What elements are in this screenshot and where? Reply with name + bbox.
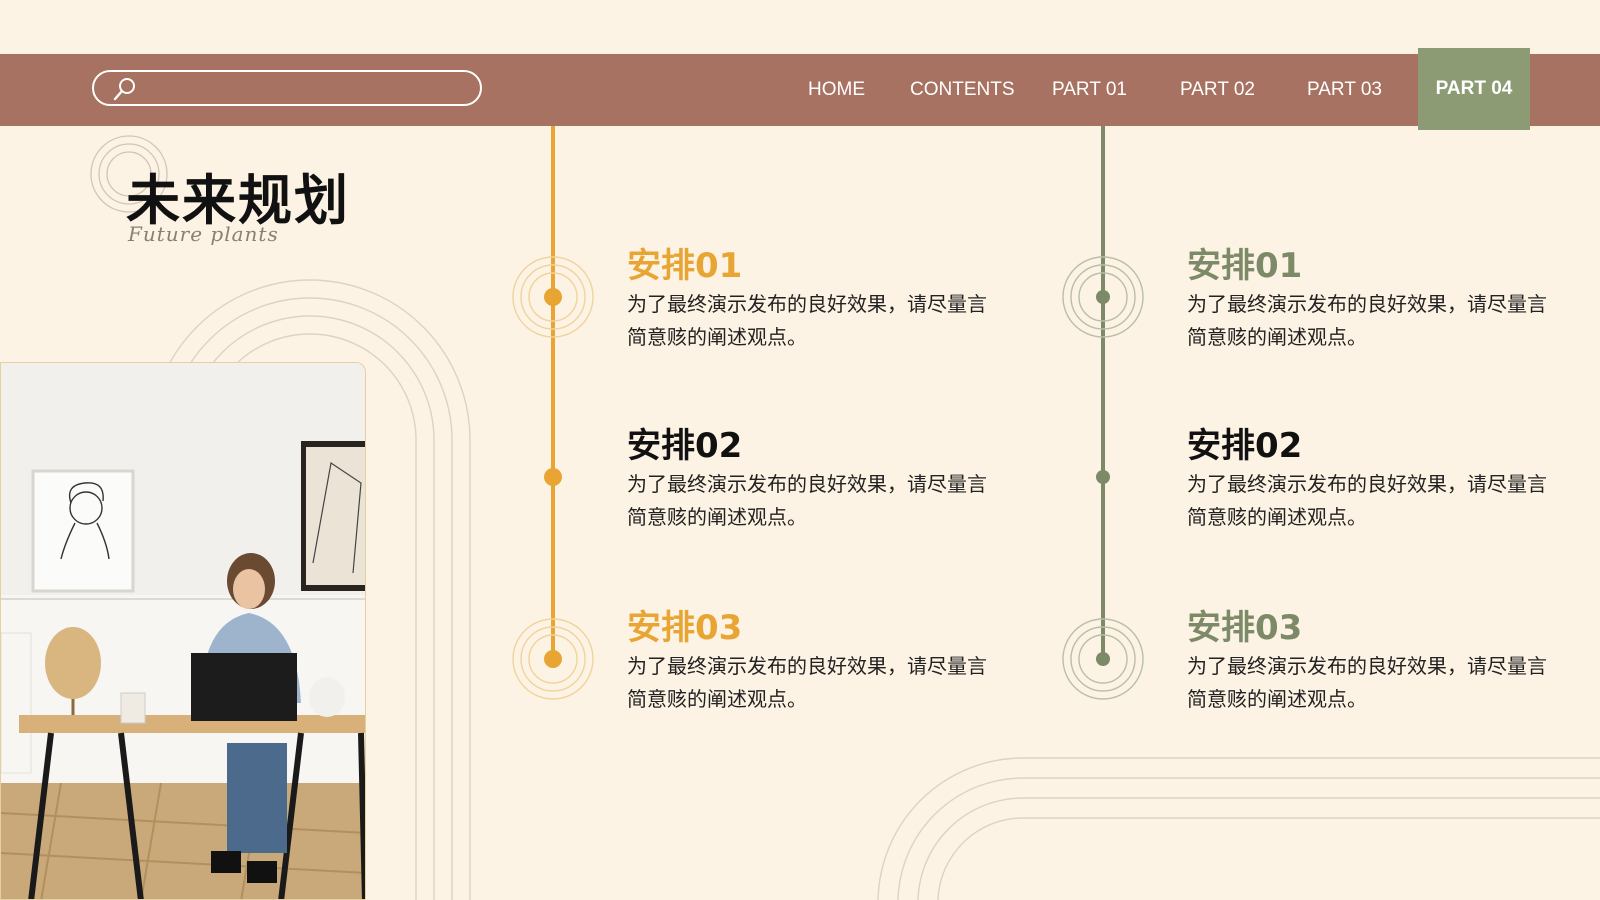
timeline-marker-left-2 xyxy=(544,468,562,486)
right-item-2-title: 安排02 xyxy=(1187,426,1303,466)
timeline-marker-right-1 xyxy=(1062,256,1144,338)
right-item-2-desc: 为了最终演示发布的良好效果，请尽量言简意赅的阐述观点。 xyxy=(1187,472,1547,529)
right-item-3-title: 安排03 xyxy=(1187,608,1303,648)
timeline-markers xyxy=(512,256,1144,700)
left-item-2-desc: 为了最终演示发布的良好效果，请尽量言简意赅的阐述观点。 xyxy=(627,472,987,529)
right-item-3-desc: 为了最终演示发布的良好效果，请尽量言简意赅的阐述观点。 xyxy=(1187,654,1547,711)
left-item-2-title: 安排02 xyxy=(627,426,743,466)
left-item-3-desc: 为了最终演示发布的良好效果，请尽量言简意赅的阐述观点。 xyxy=(627,654,987,711)
timeline-marker-right-3 xyxy=(1062,618,1144,700)
timeline-marker-left-1 xyxy=(512,256,594,338)
left-item-1-desc: 为了最终演示发布的良好效果，请尽量言简意赅的阐述观点。 xyxy=(627,292,987,349)
right-item-1-title: 安排01 xyxy=(1187,246,1303,286)
right-item-1-desc: 为了最终演示发布的良好效果，请尽量言简意赅的阐述观点。 xyxy=(1187,292,1547,349)
timeline-marker-left-3 xyxy=(512,618,594,700)
left-item-1-title: 安排01 xyxy=(627,246,743,286)
left-item-3-title: 安排03 xyxy=(627,608,743,648)
timeline-marker-right-2 xyxy=(1096,470,1110,484)
